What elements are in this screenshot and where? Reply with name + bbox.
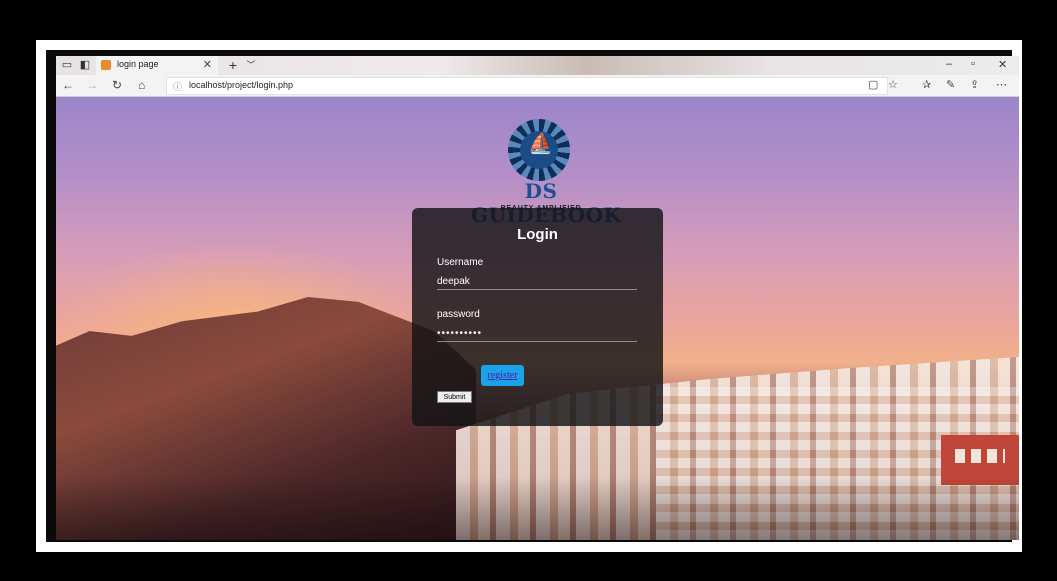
maximize-icon[interactable]: ▫ [971,58,975,70]
forward-icon[interactable]: → [86,78,98,92]
home-icon[interactable]: ⌂ [138,78,145,92]
url-text: localhost/project/login.php [189,80,294,90]
favorites-hub-icon[interactable]: ✰ [922,78,931,91]
share-icon[interactable]: ⇪ [970,78,979,91]
lifebuoy-emblem-icon: ⛵ [508,119,570,181]
login-card: Login Username password register Submit [412,208,663,426]
new-tab-icon[interactable]: + [227,58,239,72]
username-input[interactable] [437,274,637,290]
register-button[interactable]: register [481,365,524,386]
chevron-down-icon[interactable]: ﹀ [245,59,257,71]
password-input[interactable] [437,326,637,342]
reading-view-icon[interactable]: ▢ [868,78,878,91]
refresh-icon[interactable]: ↻ [112,78,122,92]
back-icon[interactable]: ← [62,78,74,92]
tab-login-page[interactable]: login page ✕ [96,56,218,75]
close-window-icon[interactable]: ✕ [998,58,1007,71]
minimize-icon[interactable]: – [946,58,952,70]
tab-set-aside-icon[interactable]: ▭ [61,59,73,71]
tab-preview-icon[interactable]: ◧ [79,59,91,71]
address-bar: ← → ↻ ⌂ ⓘ localhost/project/login.php ▢ … [56,75,1019,97]
login-heading: Login [517,226,558,243]
favicon-icon [101,60,111,70]
tab-bar: ▭ ◧ login page ✕ + ﹀ – ▫ ✕ [56,56,1019,75]
password-label: password [437,309,480,320]
more-icon[interactable]: ⋯ [996,78,1007,91]
sailboat-icon: ⛵ [528,133,553,155]
username-label: Username [437,257,484,268]
browser-window: ▭ ◧ login page ✕ + ﹀ – ▫ ✕ ← → ↻ ⌂ ⓘ loc… [56,56,1019,540]
pen-notes-icon[interactable]: ✎ [946,78,955,91]
submit-button[interactable]: Submit [437,391,472,403]
favorite-star-icon[interactable]: ☆ [888,78,898,91]
close-tab-icon[interactable]: ✕ [203,58,212,71]
site-info-icon[interactable]: ⓘ [173,80,182,93]
url-field[interactable]: ⓘ localhost/project/login.php [166,77,888,95]
tab-title: login page [117,59,159,69]
background-shade [56,477,1019,540]
page-content: ⛵ DS GUIDEBOOK BEAUTY AMPLIFIED Login Us… [56,97,1019,540]
